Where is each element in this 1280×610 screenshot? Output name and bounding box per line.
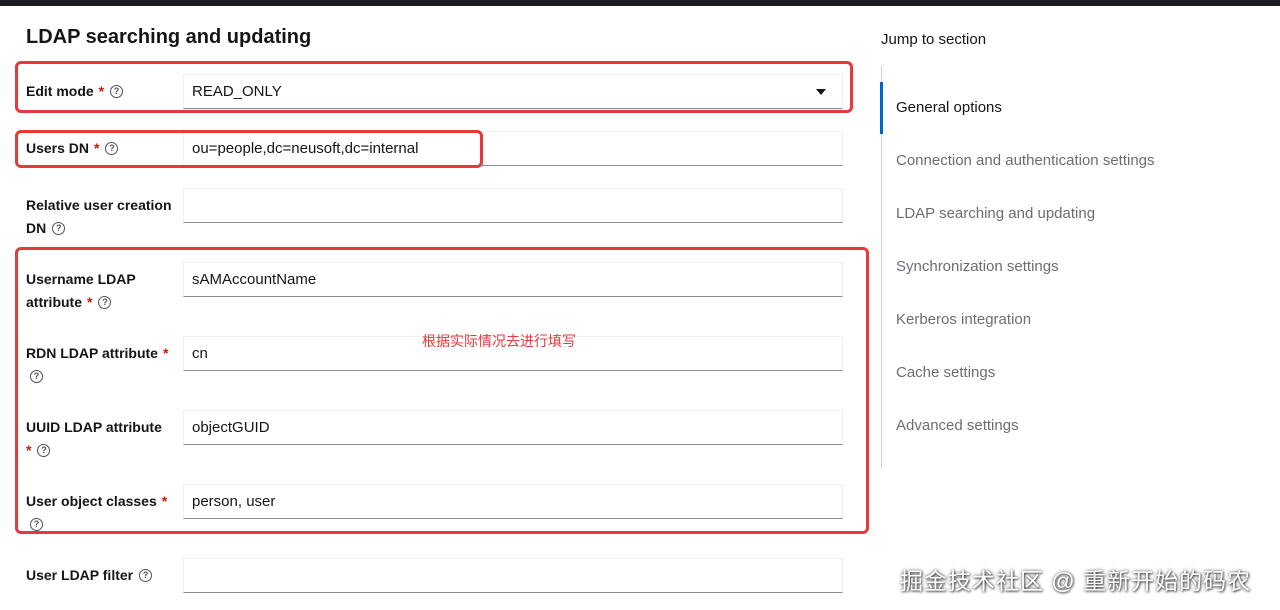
rdn-ldap-attribute-label-text: RDN LDAP attribute	[26, 345, 158, 361]
user-object-classes-label: User object classes *?	[26, 490, 176, 536]
jump-item-kerberos[interactable]: Kerberos integration	[896, 311, 1031, 328]
required-marker: *	[26, 442, 32, 458]
rdn-ldap-attribute-label: RDN LDAP attribute *?	[26, 342, 176, 388]
help-icon[interactable]: ?	[139, 568, 153, 582]
annotation-text: 根据实际情况去进行填写	[422, 333, 576, 349]
help-icon[interactable]: ?	[37, 443, 51, 457]
jump-item-ldap-searching[interactable]: LDAP searching and updating	[896, 205, 1095, 222]
required-marker: *	[94, 140, 100, 156]
users-dn-input[interactable]	[183, 131, 843, 166]
user-ldap-filter-input[interactable]	[183, 558, 843, 593]
required-marker: *	[161, 493, 168, 509]
jump-active-indicator	[880, 82, 883, 134]
top-bar	[0, 0, 1280, 6]
relative-user-creation-dn-label-text: Relative user creation DN	[26, 197, 172, 236]
help-icon[interactable]: ?	[30, 369, 43, 383]
watermark: 掘金技术社区 @ 重新开始的码农	[900, 568, 1252, 594]
jump-item-general-options[interactable]: General options	[896, 99, 1002, 116]
uuid-ldap-attribute-label: UUID LDAP attribute *?	[26, 416, 176, 462]
section-title: LDAP searching and updating	[26, 26, 312, 48]
required-marker: *	[162, 345, 169, 361]
user-ldap-filter-label: User LDAP filter?	[26, 564, 176, 587]
user-object-classes-input[interactable]	[183, 484, 843, 519]
help-icon[interactable]: ?	[98, 295, 112, 309]
relative-user-creation-dn-label: Relative user creation DN?	[26, 194, 176, 240]
users-dn-label: Users DN *?	[26, 137, 176, 160]
edit-mode-label: Edit mode *?	[26, 80, 176, 103]
caret-down-icon	[816, 89, 826, 95]
jump-item-cache[interactable]: Cache settings	[896, 364, 995, 381]
help-icon[interactable]: ?	[110, 84, 124, 98]
users-dn-label-text: Users DN	[26, 140, 90, 156]
jump-to-section-title: Jump to section	[881, 31, 987, 48]
user-ldap-filter-label-text: User LDAP filter	[26, 567, 134, 583]
uuid-ldap-attribute-label-text: UUID LDAP attribute	[26, 419, 162, 435]
jump-item-connection-authentication[interactable]: Connection and authentication settings	[896, 152, 1155, 169]
edit-mode-select[interactable]: READ_ONLY	[183, 74, 843, 109]
edit-mode-value: READ_ONLY	[192, 83, 282, 100]
edit-mode-label-text: Edit mode	[26, 83, 94, 99]
uuid-ldap-attribute-input[interactable]	[183, 410, 843, 445]
jump-item-advanced[interactable]: Advanced settings	[896, 417, 1019, 434]
required-marker: *	[87, 294, 93, 310]
jump-item-synchronization[interactable]: Synchronization settings	[896, 258, 1059, 275]
username-ldap-attribute-label: Username LDAP attribute *?	[26, 268, 176, 314]
username-ldap-attribute-label-text: Username LDAP attribute	[26, 271, 136, 310]
username-ldap-attribute-input[interactable]	[183, 262, 843, 297]
required-marker: *	[98, 83, 105, 99]
relative-user-creation-dn-input[interactable]	[183, 188, 843, 223]
user-object-classes-label-text: User object classes	[26, 493, 157, 509]
help-icon[interactable]: ?	[105, 141, 119, 155]
help-icon[interactable]: ?	[30, 517, 43, 531]
help-icon[interactable]: ?	[52, 221, 66, 235]
